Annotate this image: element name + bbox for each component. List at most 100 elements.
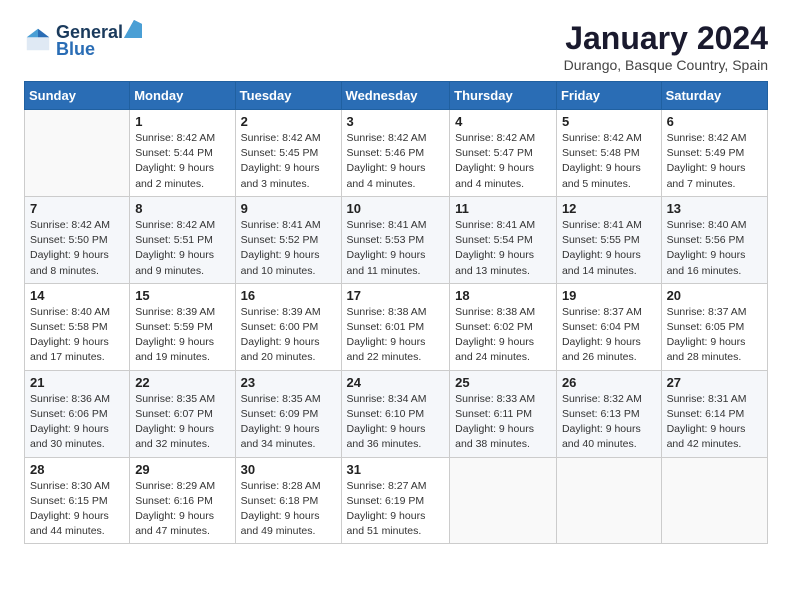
day-info: Sunrise: 8:35 AMSunset: 6:09 PMDaylight:… bbox=[241, 392, 336, 453]
calendar-week-row: 28 Sunrise: 8:30 AMSunset: 6:15 PMDayligh… bbox=[25, 457, 768, 544]
calendar-cell: 26Sunrise: 8:32 AMSunset: 6:13 PMDayligh… bbox=[556, 370, 661, 457]
day-info: Sunrise: 8:34 AMSunset: 6:10 PMDaylight:… bbox=[347, 392, 445, 453]
calendar-cell: 13 Sunrise: 8:40 AMSunset: 5:56 PMDayligh… bbox=[661, 196, 767, 283]
calendar-cell: 12 Sunrise: 8:41 AMSunset: 5:55 PMDayligh… bbox=[556, 196, 661, 283]
day-number: 29 bbox=[135, 462, 229, 477]
calendar-cell: 25 Sunrise: 8:33 AMSunset: 6:11 PMDayligh… bbox=[450, 370, 557, 457]
calendar-cell: 28 Sunrise: 8:30 AMSunset: 6:15 PMDayligh… bbox=[25, 457, 130, 544]
calendar-cell: 14 Sunrise: 8:40 AMSunset: 5:58 PMDayligh… bbox=[25, 283, 130, 370]
weekday-header-friday: Friday bbox=[556, 82, 661, 110]
day-number: 12 bbox=[562, 201, 656, 216]
page: General Blue January 2024 Durango, Basqu… bbox=[0, 0, 792, 612]
day-number: 17 bbox=[347, 288, 445, 303]
day-number: 31 bbox=[347, 462, 445, 477]
day-info: Sunrise: 8:41 AMSunset: 5:55 PMDaylight:… bbox=[562, 218, 656, 279]
day-info: Sunrise: 8:39 AMSunset: 5:59 PMDaylight:… bbox=[135, 305, 229, 366]
day-info: Sunrise: 8:38 AMSunset: 6:02 PMDaylight:… bbox=[455, 305, 551, 366]
calendar-cell: 10 Sunrise: 8:41 AMSunset: 5:53 PMDayligh… bbox=[341, 196, 450, 283]
day-info: Sunrise: 8:33 AMSunset: 6:11 PMDaylight:… bbox=[455, 392, 551, 453]
weekday-header-wednesday: Wednesday bbox=[341, 82, 450, 110]
calendar-cell: 31 Sunrise: 8:27 AMSunset: 6:19 PMDayligh… bbox=[341, 457, 450, 544]
day-info: Sunrise: 8:37 AMSunset: 6:05 PMDaylight:… bbox=[667, 305, 762, 366]
logo: General Blue bbox=[24, 20, 143, 60]
calendar-cell: 22Sunrise: 8:35 AMSunset: 6:07 PMDayligh… bbox=[130, 370, 235, 457]
day-number: 28 bbox=[30, 462, 124, 477]
day-number: 18 bbox=[455, 288, 551, 303]
day-number: 30 bbox=[241, 462, 336, 477]
day-info: Sunrise: 8:39 AMSunset: 6:00 PMDaylight:… bbox=[241, 305, 336, 366]
day-info: Sunrise: 8:42 AMSunset: 5:50 PMDaylight:… bbox=[30, 218, 124, 279]
day-info: Sunrise: 8:28 AMSunset: 6:18 PMDaylight:… bbox=[241, 479, 336, 540]
day-info: Sunrise: 8:42 AMSunset: 5:48 PMDaylight:… bbox=[562, 131, 656, 192]
calendar-cell: 27 Sunrise: 8:31 AMSunset: 6:14 PMDayligh… bbox=[661, 370, 767, 457]
calendar-cell: 4 Sunrise: 8:42 AMSunset: 5:47 PMDaylight… bbox=[450, 110, 557, 197]
title-area: January 2024 Durango, Basque Country, Sp… bbox=[564, 20, 768, 73]
calendar-cell: 17 Sunrise: 8:38 AMSunset: 6:01 PMDayligh… bbox=[341, 283, 450, 370]
calendar-cell: 7 Sunrise: 8:42 AMSunset: 5:50 PMDaylight… bbox=[25, 196, 130, 283]
calendar-cell: 2 Sunrise: 8:42 AMSunset: 5:45 PMDaylight… bbox=[235, 110, 341, 197]
weekday-header-saturday: Saturday bbox=[661, 82, 767, 110]
weekday-header-row: SundayMondayTuesdayWednesdayThursdayFrid… bbox=[25, 82, 768, 110]
calendar-week-row: 1 Sunrise: 8:42 AMSunset: 5:44 PMDaylight… bbox=[25, 110, 768, 197]
day-number: 10 bbox=[347, 201, 445, 216]
calendar-cell: 30 Sunrise: 8:28 AMSunset: 6:18 PMDayligh… bbox=[235, 457, 341, 544]
calendar-cell: 3Sunrise: 8:42 AMSunset: 5:46 PMDaylight… bbox=[341, 110, 450, 197]
day-number: 22 bbox=[135, 375, 229, 390]
day-info: Sunrise: 8:29 AMSunset: 6:16 PMDaylight:… bbox=[135, 479, 229, 540]
day-info: Sunrise: 8:42 AMSunset: 5:51 PMDaylight:… bbox=[135, 218, 229, 279]
day-info: Sunrise: 8:38 AMSunset: 6:01 PMDaylight:… bbox=[347, 305, 445, 366]
day-info: Sunrise: 8:42 AMSunset: 5:47 PMDaylight:… bbox=[455, 131, 551, 192]
day-number: 27 bbox=[667, 375, 762, 390]
month-title: January 2024 bbox=[564, 20, 768, 57]
calendar-cell: 6Sunrise: 8:42 AMSunset: 5:49 PMDaylight… bbox=[661, 110, 767, 197]
day-number: 4 bbox=[455, 114, 551, 129]
day-info: Sunrise: 8:36 AMSunset: 6:06 PMDaylight:… bbox=[30, 392, 124, 453]
calendar-cell bbox=[556, 457, 661, 544]
weekday-header-monday: Monday bbox=[130, 82, 235, 110]
calendar-cell bbox=[25, 110, 130, 197]
day-number: 1 bbox=[135, 114, 229, 129]
calendar-cell: 8Sunrise: 8:42 AMSunset: 5:51 PMDaylight… bbox=[130, 196, 235, 283]
day-number: 2 bbox=[241, 114, 336, 129]
day-number: 14 bbox=[30, 288, 124, 303]
calendar-cell: 23 Sunrise: 8:35 AMSunset: 6:09 PMDayligh… bbox=[235, 370, 341, 457]
day-number: 9 bbox=[241, 201, 336, 216]
calendar-cell: 18 Sunrise: 8:38 AMSunset: 6:02 PMDayligh… bbox=[450, 283, 557, 370]
calendar-cell bbox=[450, 457, 557, 544]
calendar-cell bbox=[661, 457, 767, 544]
day-number: 15 bbox=[135, 288, 229, 303]
logo-icon bbox=[24, 26, 52, 54]
day-info: Sunrise: 8:42 AMSunset: 5:45 PMDaylight:… bbox=[241, 131, 336, 192]
calendar-cell: 19Sunrise: 8:37 AMSunset: 6:04 PMDayligh… bbox=[556, 283, 661, 370]
calendar-cell: 16Sunrise: 8:39 AMSunset: 6:00 PMDayligh… bbox=[235, 283, 341, 370]
day-number: 20 bbox=[667, 288, 762, 303]
calendar-cell: 15 Sunrise: 8:39 AMSunset: 5:59 PMDayligh… bbox=[130, 283, 235, 370]
weekday-header-tuesday: Tuesday bbox=[235, 82, 341, 110]
calendar-cell: 24 Sunrise: 8:34 AMSunset: 6:10 PMDayligh… bbox=[341, 370, 450, 457]
calendar-week-row: 7 Sunrise: 8:42 AMSunset: 5:50 PMDaylight… bbox=[25, 196, 768, 283]
calendar-cell: 1 Sunrise: 8:42 AMSunset: 5:44 PMDaylight… bbox=[130, 110, 235, 197]
day-info: Sunrise: 8:42 AMSunset: 5:46 PMDaylight:… bbox=[347, 131, 445, 192]
day-number: 13 bbox=[667, 201, 762, 216]
day-info: Sunrise: 8:32 AMSunset: 6:13 PMDaylight:… bbox=[562, 392, 656, 453]
logo-triangle bbox=[124, 20, 142, 38]
day-info: Sunrise: 8:40 AMSunset: 5:56 PMDaylight:… bbox=[667, 218, 762, 279]
day-info: Sunrise: 8:42 AMSunset: 5:44 PMDaylight:… bbox=[135, 131, 229, 192]
calendar-week-row: 14 Sunrise: 8:40 AMSunset: 5:58 PMDayligh… bbox=[25, 283, 768, 370]
day-info: Sunrise: 8:31 AMSunset: 6:14 PMDaylight:… bbox=[667, 392, 762, 453]
day-number: 23 bbox=[241, 375, 336, 390]
calendar-cell: 29 Sunrise: 8:29 AMSunset: 6:16 PMDayligh… bbox=[130, 457, 235, 544]
day-number: 25 bbox=[455, 375, 551, 390]
day-number: 24 bbox=[347, 375, 445, 390]
header: General Blue January 2024 Durango, Basqu… bbox=[24, 20, 768, 73]
weekday-header-thursday: Thursday bbox=[450, 82, 557, 110]
day-info: Sunrise: 8:41 AMSunset: 5:53 PMDaylight:… bbox=[347, 218, 445, 279]
day-info: Sunrise: 8:27 AMSunset: 6:19 PMDaylight:… bbox=[347, 479, 445, 540]
weekday-header-sunday: Sunday bbox=[25, 82, 130, 110]
day-info: Sunrise: 8:30 AMSunset: 6:15 PMDaylight:… bbox=[30, 479, 124, 540]
day-number: 7 bbox=[30, 201, 124, 216]
day-info: Sunrise: 8:40 AMSunset: 5:58 PMDaylight:… bbox=[30, 305, 124, 366]
calendar-cell: 9Sunrise: 8:41 AMSunset: 5:52 PMDaylight… bbox=[235, 196, 341, 283]
day-info: Sunrise: 8:41 AMSunset: 5:54 PMDaylight:… bbox=[455, 218, 551, 279]
calendar-cell: 20 Sunrise: 8:37 AMSunset: 6:05 PMDayligh… bbox=[661, 283, 767, 370]
